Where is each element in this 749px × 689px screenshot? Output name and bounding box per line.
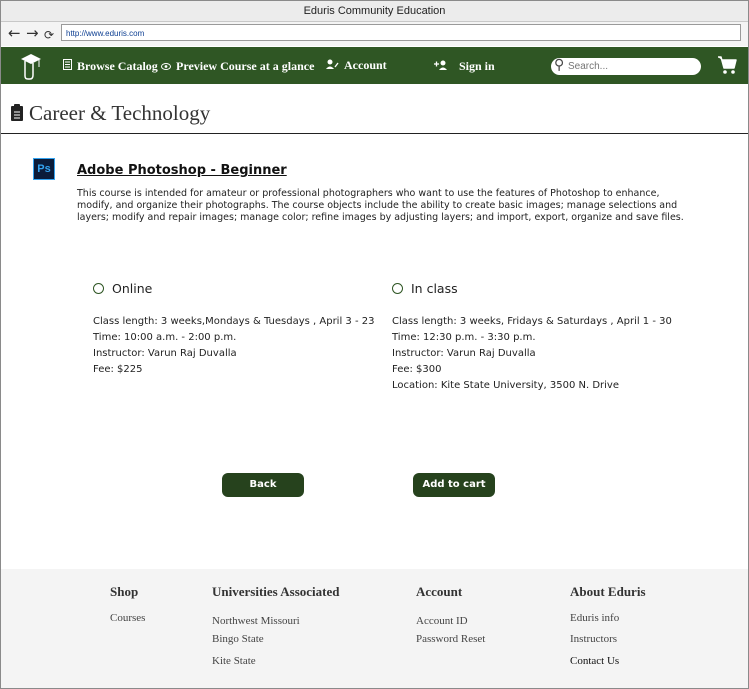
footer-link-password-reset[interactable]: Password Reset: [416, 633, 485, 645]
nav-preview-course[interactable]: Preview Course at a glance: [161, 59, 314, 74]
clipboard-icon: [11, 102, 23, 127]
online-label: Online: [112, 281, 153, 296]
footer-link-contact-us[interactable]: Contact Us: [570, 655, 619, 667]
url-field[interactable]: http://www.eduris.com: [61, 24, 741, 41]
nav-browse-catalog[interactable]: Browse Catalog: [63, 59, 158, 74]
footer-link-courses[interactable]: Courses: [110, 612, 145, 624]
nav-account[interactable]: Account: [326, 58, 387, 73]
inclass-length: Class length: 3 weeks, Fridays & Saturda…: [392, 316, 672, 327]
online-time: Time: 10:00 a.m. - 2:00 p.m.: [93, 332, 237, 343]
footer-link-northwest-missouri[interactable]: Northwest Missouri: [212, 615, 300, 627]
page-title: Career & Technology: [29, 101, 211, 125]
window-title: Eduris Community Education: [1, 1, 748, 22]
footer-link-bingo-state[interactable]: Bingo State: [212, 633, 264, 645]
add-to-cart-button[interactable]: Add to cart: [413, 473, 495, 497]
footer-about-heading: About Eduris: [570, 584, 646, 599]
inclass-time: Time: 12:30 p.m. - 3:30 p.m.: [392, 332, 536, 343]
nav-account-label: Account: [344, 58, 387, 72]
online-length: Class length: 3 weeks,Mondays & Tuesdays…: [93, 316, 375, 327]
address-bar: ← → ⟳ http://www.eduris.com: [1, 22, 748, 46]
inclass-location: Location: Kite State University, 3500 N.…: [392, 380, 620, 391]
online-details: Class length: 3 weeks,Mondays & Tuesdays…: [93, 314, 374, 378]
search-icon: ⚲: [554, 57, 565, 73]
footer-link-account-id[interactable]: Account ID: [416, 615, 468, 627]
browser-window: Eduris Community Education ← → ⟳ http://…: [0, 0, 749, 689]
search-box[interactable]: ⚲: [551, 57, 701, 75]
option-online[interactable]: Online: [93, 281, 152, 296]
divider: [1, 133, 748, 134]
user-edit-icon: [326, 59, 339, 72]
search-input[interactable]: [568, 59, 693, 74]
inclass-label: In class: [411, 281, 458, 296]
forward-arrow-icon[interactable]: →: [26, 25, 39, 41]
footer: Shop Courses Universities Associated Nor…: [1, 569, 748, 688]
inclass-fee: Fee: $300: [392, 364, 442, 375]
online-radio[interactable]: [93, 283, 104, 294]
graduation-cap-logo-icon[interactable]: [19, 52, 43, 84]
nav-sign-in[interactable]: Sign in: [434, 59, 495, 74]
nav-preview-label: Preview Course at a glance: [176, 59, 315, 73]
photoshop-icon: Ps: [33, 158, 55, 180]
inclass-instructor: Instructor: Varun Raj Duvalla: [392, 348, 536, 359]
footer-account-heading: Account: [416, 584, 463, 599]
add-user-icon: [434, 60, 447, 73]
back-button[interactable]: Back: [222, 473, 304, 497]
course-description: This course is intended for amateur or p…: [77, 188, 684, 223]
inclass-details: Class length: 3 weeks, Fridays & Saturda…: [392, 314, 672, 394]
reload-icon[interactable]: ⟳: [44, 27, 54, 43]
footer-link-eduris-info[interactable]: Eduris info: [570, 612, 619, 624]
document-icon: [63, 59, 72, 73]
category-header: Career & Technology: [11, 101, 210, 127]
inclass-radio[interactable]: [392, 283, 403, 294]
nav-signin-label: Sign in: [459, 59, 495, 73]
footer-link-instructors[interactable]: Instructors: [570, 633, 617, 645]
footer-link-kite-state[interactable]: Kite State: [212, 655, 256, 667]
footer-shop-heading: Shop: [110, 584, 139, 599]
nav-browse-label: Browse Catalog: [77, 59, 158, 73]
footer-universities-heading: Universities Associated: [212, 584, 340, 599]
course-title[interactable]: Adobe Photoshop - Beginner: [77, 163, 287, 178]
top-navigation: Browse Catalog Preview Course at a glanc…: [1, 47, 748, 84]
shopping-cart-icon[interactable]: [717, 55, 737, 79]
online-fee: Fee: $225: [93, 364, 143, 375]
eye-icon: [161, 61, 171, 73]
option-inclass[interactable]: In class: [392, 281, 458, 296]
online-instructor: Instructor: Varun Raj Duvalla: [93, 348, 237, 359]
back-arrow-icon[interactable]: ←: [8, 25, 21, 41]
